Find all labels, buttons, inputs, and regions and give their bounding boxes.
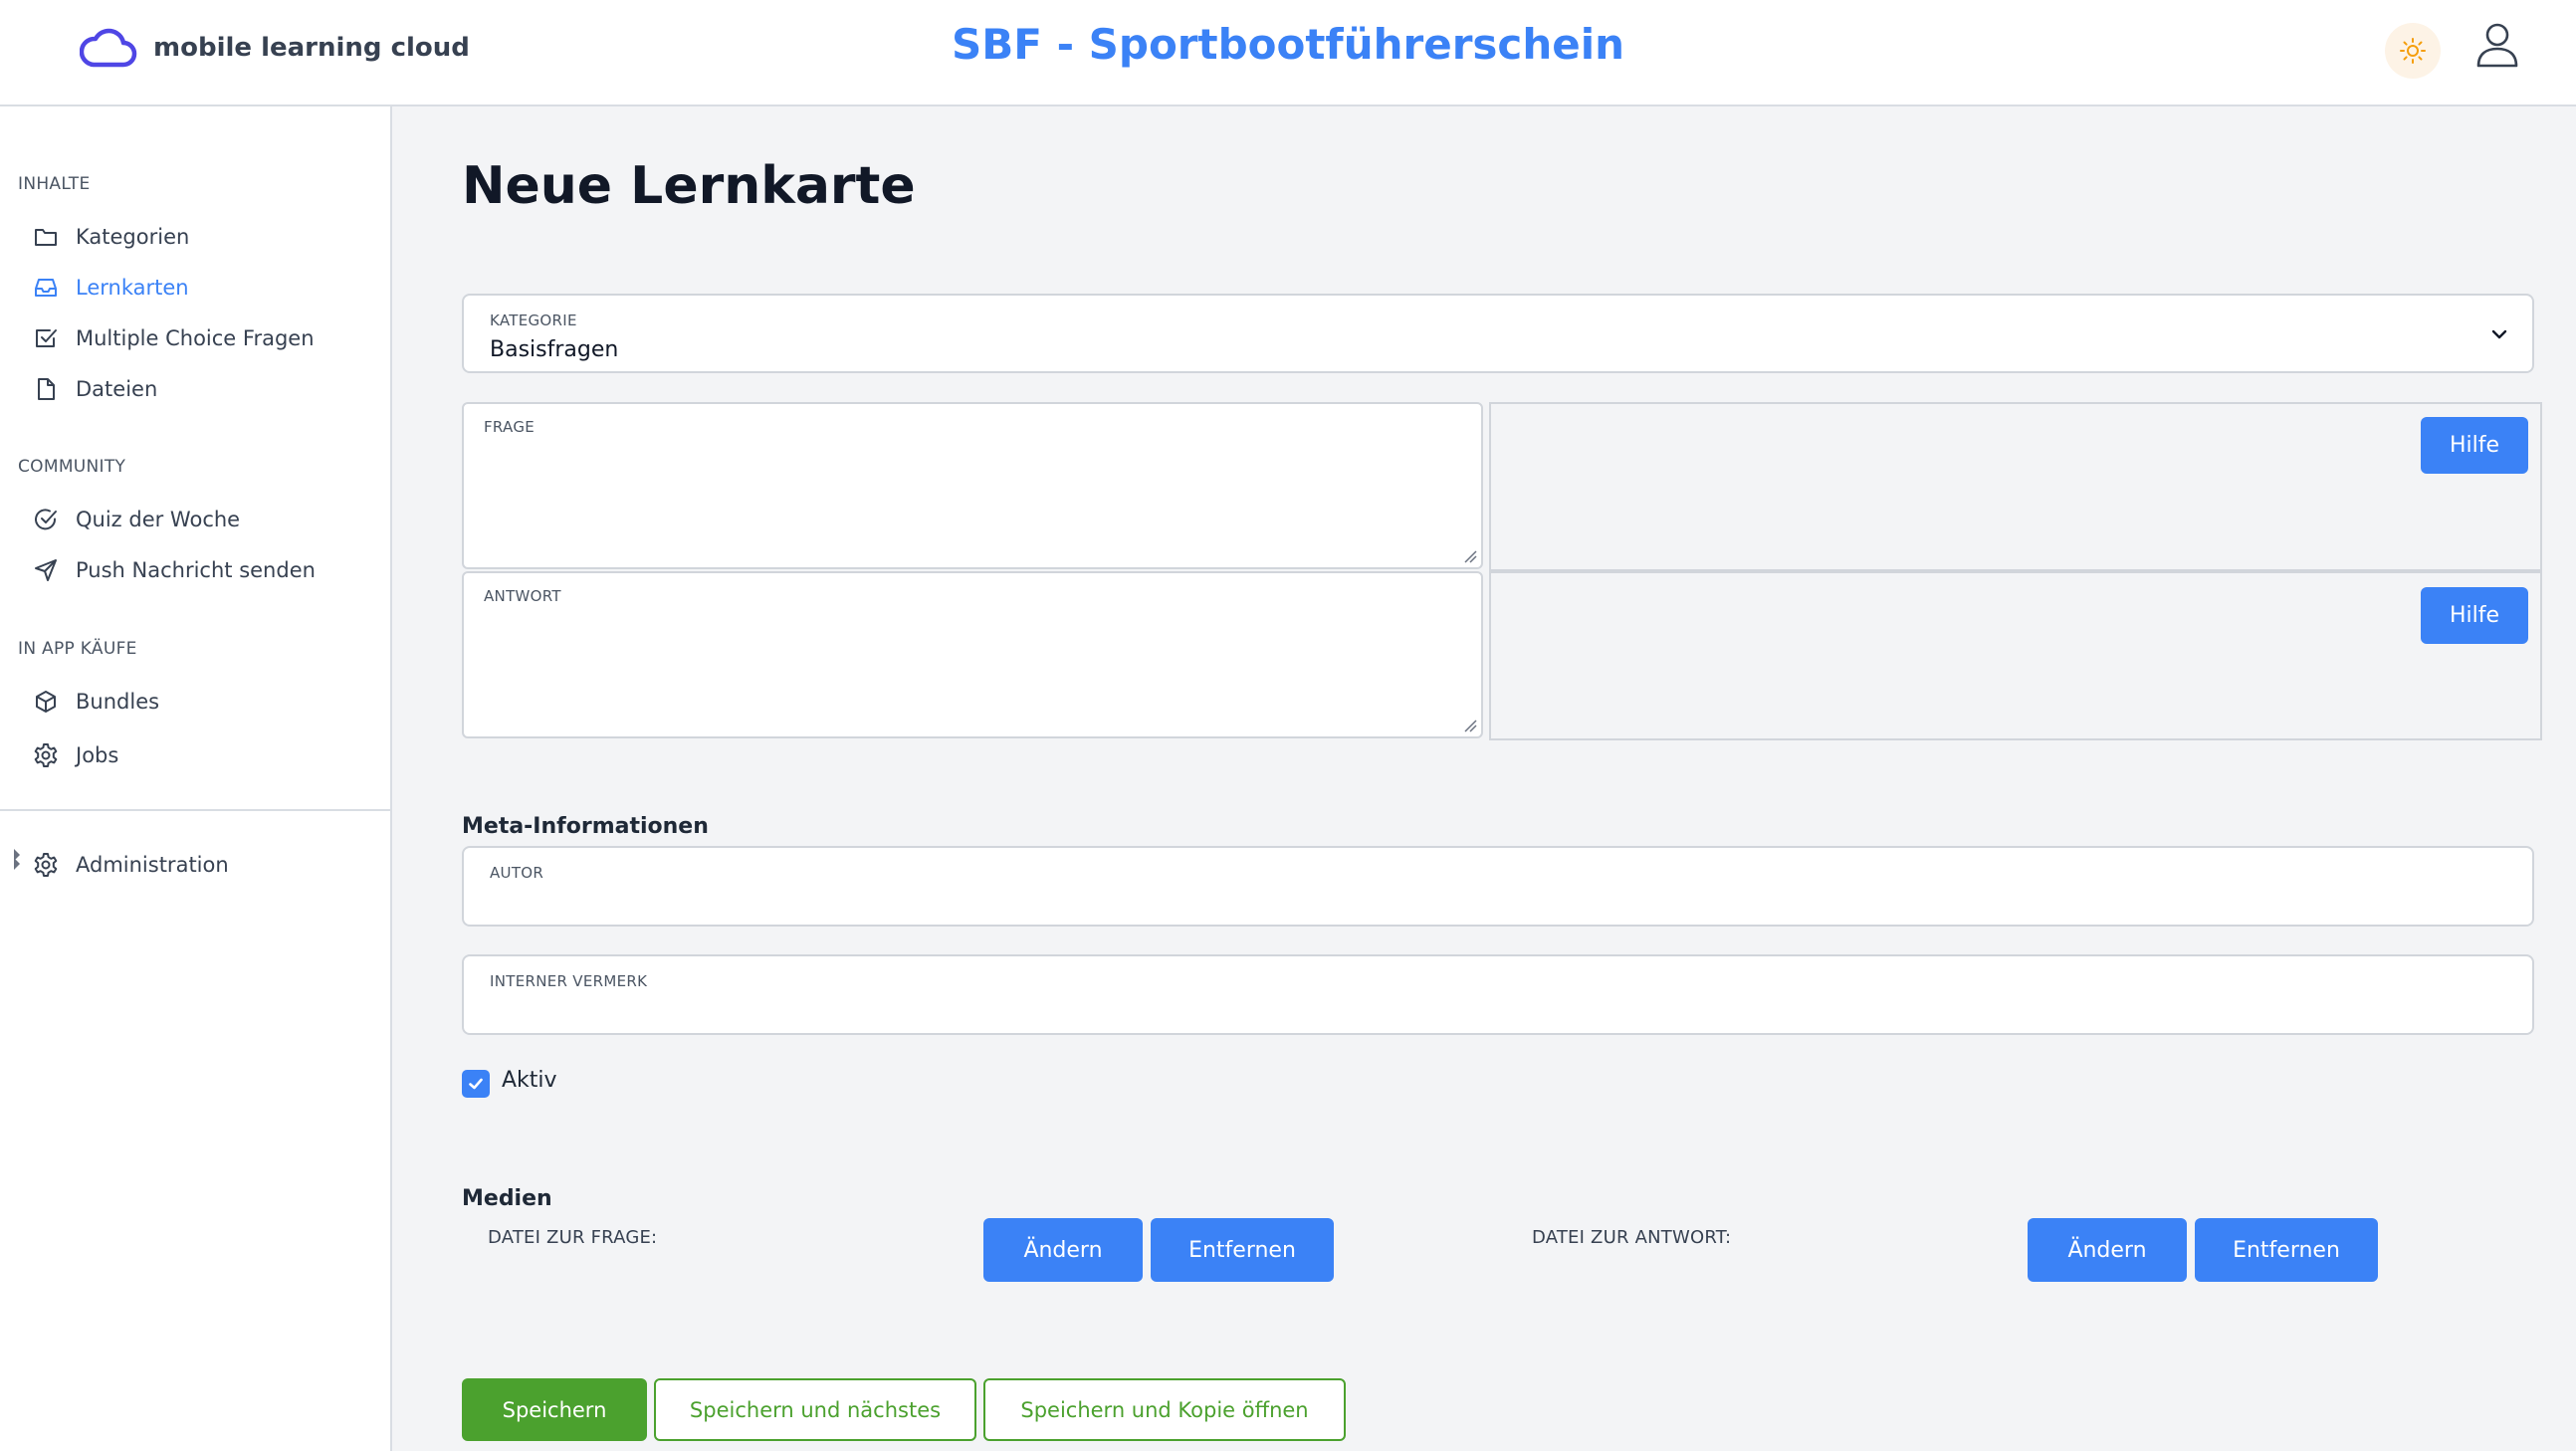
admin-expand-caret[interactable] bbox=[14, 858, 20, 870]
user-menu-button[interactable] bbox=[2472, 20, 2522, 70]
chevron-down-icon bbox=[2488, 323, 2510, 345]
autor-label: AUTOR bbox=[490, 864, 544, 882]
top-bar: mobile learning cloud SBF - Sportbootfüh… bbox=[0, 0, 2576, 106]
kategorie-label: KATEGORIE bbox=[490, 311, 577, 329]
sidebar-item-jobs[interactable]: Jobs bbox=[32, 735, 118, 775]
gear-icon bbox=[32, 741, 60, 769]
sidebar-item-lernkarten[interactable]: Lernkarten bbox=[32, 268, 189, 308]
resize-handle-icon[interactable] bbox=[1463, 719, 1477, 732]
user-icon bbox=[2472, 20, 2522, 70]
checkmark-icon bbox=[467, 1075, 485, 1093]
main-content: Neue Lernkarte KATEGORIE Basisfragen FRA… bbox=[392, 106, 2576, 1451]
check-circle-icon bbox=[32, 506, 60, 533]
sidebar-section-community: COMMUNITY bbox=[18, 457, 126, 477]
aktiv-label: Aktiv bbox=[502, 1068, 557, 1093]
frage-help-button[interactable]: Hilfe bbox=[2421, 417, 2528, 474]
sidebar-item-label: Bundles bbox=[76, 690, 160, 714]
media-antwort-remove-button[interactable]: Entfernen bbox=[2195, 1218, 2378, 1282]
frage-preview bbox=[1489, 402, 2542, 571]
send-icon bbox=[32, 556, 60, 584]
gear-icon bbox=[32, 851, 60, 879]
sidebar-item-push[interactable]: Push Nachricht senden bbox=[32, 550, 316, 590]
sidebar-section-in-app: IN APP KÄUFE bbox=[18, 639, 137, 659]
frage-label: FRAGE bbox=[484, 418, 536, 436]
checkbox-icon bbox=[32, 324, 60, 352]
theme-toggle-button[interactable] bbox=[2385, 23, 2441, 79]
vermerk-label: INTERNER VERMERK bbox=[490, 972, 648, 990]
sidebar-item-dateien[interactable]: Dateien bbox=[32, 369, 157, 409]
sidebar-item-label: Kategorien bbox=[76, 225, 190, 249]
antwort-textarea[interactable]: ANTWORT bbox=[462, 571, 1483, 738]
kategorie-value: Basisfragen bbox=[490, 337, 619, 362]
sidebar-item-label: Quiz der Woche bbox=[76, 508, 241, 531]
inbox-icon bbox=[32, 274, 60, 302]
media-frage-label: DATEI ZUR FRAGE: bbox=[488, 1227, 658, 1248]
media-frage-change-button[interactable]: Ändern bbox=[983, 1218, 1143, 1282]
media-frage-remove-button[interactable]: Entfernen bbox=[1151, 1218, 1334, 1282]
resize-handle-icon[interactable] bbox=[1463, 549, 1477, 563]
save-button[interactable]: Speichern bbox=[462, 1378, 647, 1441]
sidebar-item-label: Jobs bbox=[76, 743, 119, 767]
sidebar-item-label: Lernkarten bbox=[76, 276, 189, 300]
sidebar-item-label: Administration bbox=[76, 853, 229, 877]
sidebar: INHALTE Kategorien Lernkarten Multiple C… bbox=[0, 106, 392, 1451]
folder-icon bbox=[32, 223, 60, 251]
page-title: Neue Lernkarte bbox=[462, 156, 916, 216]
media-heading: Medien bbox=[462, 1186, 552, 1211]
antwort-label: ANTWORT bbox=[484, 587, 561, 605]
antwort-preview bbox=[1489, 571, 2542, 740]
file-icon bbox=[32, 375, 60, 403]
antwort-help-button[interactable]: Hilfe bbox=[2421, 587, 2528, 644]
cube-icon bbox=[32, 688, 60, 716]
kategorie-select[interactable]: KATEGORIE Basisfragen bbox=[462, 294, 2534, 373]
vermerk-field[interactable]: INTERNER VERMERK bbox=[462, 954, 2534, 1035]
sidebar-item-administration[interactable]: Administration bbox=[32, 845, 229, 885]
sidebar-item-label: Multiple Choice Fragen bbox=[76, 326, 315, 350]
sidebar-divider bbox=[0, 809, 390, 811]
media-antwort-change-button[interactable]: Ändern bbox=[2028, 1218, 2187, 1282]
frage-textarea[interactable]: FRAGE bbox=[462, 402, 1483, 569]
media-antwort-label: DATEI ZUR ANTWORT: bbox=[1532, 1227, 1732, 1248]
aktiv-checkbox[interactable] bbox=[462, 1070, 490, 1098]
sidebar-section-inhalte: INHALTE bbox=[18, 174, 91, 194]
save-next-button[interactable]: Speichern und nächstes bbox=[654, 1378, 976, 1441]
app-title: SBF - Sportbootführerschein bbox=[952, 20, 1624, 69]
sidebar-item-bundles[interactable]: Bundles bbox=[32, 682, 159, 722]
autor-field[interactable]: AUTOR bbox=[462, 846, 2534, 927]
meta-heading: Meta-Informationen bbox=[462, 814, 709, 839]
sun-icon bbox=[2399, 37, 2427, 65]
sidebar-item-kategorien[interactable]: Kategorien bbox=[32, 217, 189, 257]
sidebar-item-label: Dateien bbox=[76, 377, 158, 401]
sidebar-item-multiple-choice[interactable]: Multiple Choice Fragen bbox=[32, 318, 315, 358]
sidebar-item-label: Push Nachricht senden bbox=[76, 558, 316, 582]
sidebar-item-quiz[interactable]: Quiz der Woche bbox=[32, 500, 240, 539]
save-copy-button[interactable]: Speichern und Kopie öffnen bbox=[983, 1378, 1346, 1441]
